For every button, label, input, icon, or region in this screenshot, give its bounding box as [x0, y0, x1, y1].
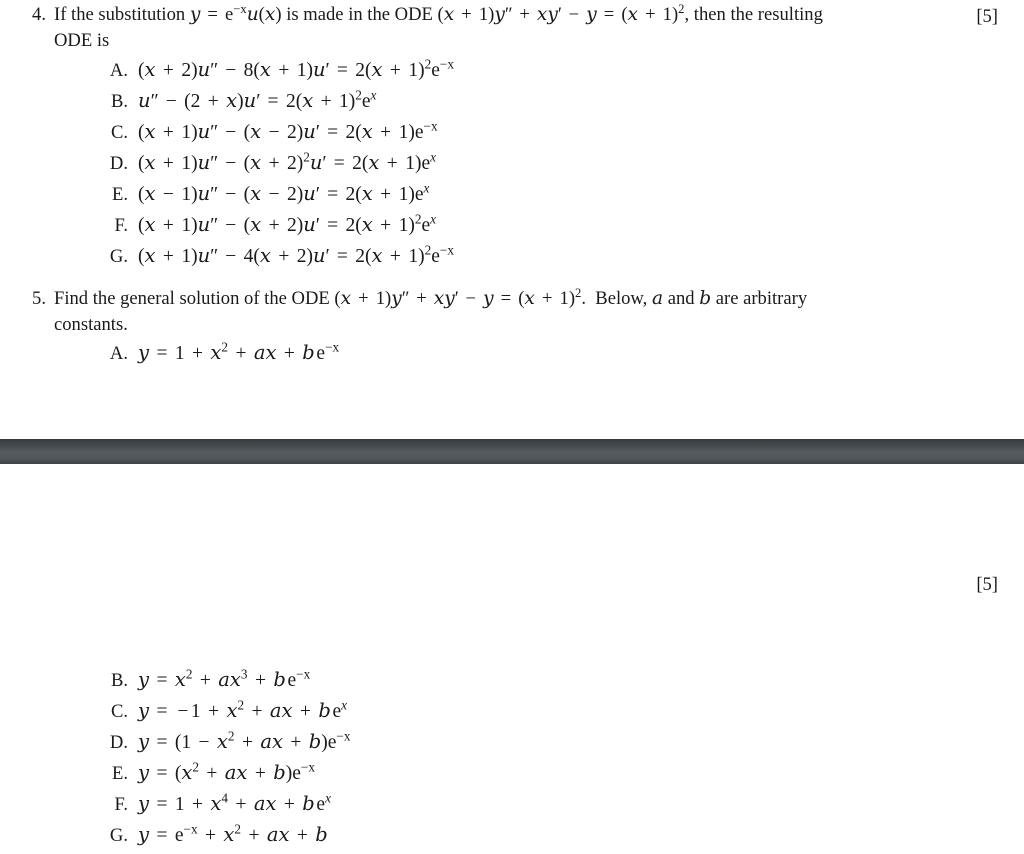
option-5-b-expression: y = x2 + ax3 + b e−x	[138, 666, 311, 691]
option-5-a-expression: y = 1 + x2 + ax + b e−x	[138, 339, 340, 364]
option-4-e[interactable]: E. (x − 1)u″ − (x − 2)u′ = 2(x + 1)ex	[98, 180, 454, 213]
option-4-g[interactable]: G. (x + 1)u″ − 4(x + 2)u′ = 2(x + 1)2e−x	[98, 242, 454, 275]
option-4-d-letter: D.	[109, 153, 128, 174]
question-4-options: A. (x + 2)u″ − 8(x + 1)u′ = 2(x + 1)2e−x…	[98, 56, 454, 275]
option-5-f-letter: F.	[114, 794, 129, 815]
question-4-number: 4.	[32, 4, 46, 25]
option-5-c-expression: y = −1 + x2 + ax + b ex	[138, 697, 348, 722]
option-4-a-expression: (x + 2)u″ − 8(x + 1)u′ = 2(x + 1)2e−x	[138, 56, 454, 81]
question-4: 4. If the substitution y = e−xu(x) is ma…	[0, 2, 1024, 54]
option-5-f-expression: y = 1 + x4 + ax + b ex	[138, 790, 331, 815]
question-4-first-line: 4. If the substitution y = e−xu(x) is ma…	[0, 2, 1024, 54]
option-5-c[interactable]: C. y = −1 + x2 + ax + b ex	[98, 697, 351, 730]
option-4-g-letter: G.	[109, 246, 128, 267]
option-5-e-expression: y = (x2 + ax + b)e−x	[138, 759, 315, 784]
question-5-options-top: A. y = 1 + x2 + ax + b e−x	[98, 339, 340, 372]
option-5-b[interactable]: B. y = x2 + ax3 + b e−x	[98, 666, 351, 699]
question-5-stem-line-2: constants.	[54, 314, 128, 335]
option-5-a-letter: A.	[109, 343, 128, 364]
question-5-stem-line-1: Find the general solution of the ODE (x …	[54, 285, 808, 309]
option-5-b-letter: B.	[110, 670, 128, 691]
question-5-stem: Find the general solution of the ODE (x …	[54, 286, 908, 338]
option-4-c-letter: C.	[110, 122, 128, 143]
option-5-g[interactable]: G. y = e−x + x2 + ax + b	[98, 821, 351, 854]
option-4-f-letter: F.	[114, 215, 129, 236]
option-4-b-expression: u″ − (2 + x)u′ = 2(x + 1)2ex	[138, 87, 377, 112]
question-4-stem-line-1: If the substitution y = e−xu(x) is made …	[54, 1, 823, 25]
option-4-a-letter: A.	[109, 60, 128, 81]
question-5: 5. Find the general solution of the ODE …	[0, 286, 1024, 595]
option-5-c-letter: C.	[110, 701, 128, 722]
option-5-a[interactable]: A. y = 1 + x2 + ax + b e−x	[98, 339, 340, 372]
option-5-d[interactable]: D. y = (1 − x2 + ax + b)e−x	[98, 728, 351, 761]
option-4-d-expression: (x + 1)u″ − (x + 2)2u′ = 2(x + 1)ex	[138, 149, 436, 174]
option-5-e[interactable]: E. y = (x2 + ax + b)e−x	[98, 759, 351, 792]
option-5-g-letter: G.	[109, 825, 128, 846]
option-4-e-expression: (x − 1)u″ − (x − 2)u′ = 2(x + 1)ex	[138, 180, 430, 205]
option-4-f-expression: (x + 1)u″ − (x + 2)u′ = 2(x + 1)2ex	[138, 211, 436, 236]
option-4-c[interactable]: C. (x + 1)u″ − (x − 2)u′ = 2(x + 1)e−x	[98, 118, 454, 151]
option-4-d[interactable]: D. (x + 1)u″ − (x + 2)2u′ = 2(x + 1)ex	[98, 149, 454, 182]
question-5-options-bottom: B. y = x2 + ax3 + b e−x C. y = −1 + x2 +…	[98, 666, 351, 854]
option-4-g-expression: (x + 1)u″ − 4(x + 2)u′ = 2(x + 1)2e−x	[138, 242, 454, 267]
question-4-marks: [5]	[976, 6, 998, 27]
option-5-e-letter: E.	[111, 763, 128, 784]
option-4-e-letter: E.	[111, 184, 128, 205]
option-5-g-expression: y = e−x + x2 + ax + b	[138, 821, 328, 846]
question-5-number: 5.	[32, 288, 46, 309]
question-5-marks: [5]	[976, 574, 998, 595]
option-4-c-expression: (x + 1)u″ − (x − 2)u′ = 2(x + 1)e−x	[138, 118, 438, 143]
option-5-f[interactable]: F. y = 1 + x4 + ax + b ex	[98, 790, 351, 823]
option-4-a[interactable]: A. (x + 2)u″ − 8(x + 1)u′ = 2(x + 1)2e−x	[98, 56, 454, 89]
option-4-b-letter: B.	[110, 91, 128, 112]
option-5-d-expression: y = (1 − x2 + ax + b)e−x	[138, 728, 351, 753]
dark-separator-bar	[0, 439, 1024, 464]
option-4-f[interactable]: F. (x + 1)u″ − (x + 2)u′ = 2(x + 1)2ex	[98, 211, 454, 244]
option-5-d-letter: D.	[109, 732, 128, 753]
question-4-stem: If the substitution y = e−xu(x) is made …	[54, 2, 908, 54]
question-5-first-line: 5. Find the general solution of the ODE …	[0, 286, 1024, 338]
option-4-b[interactable]: B. u″ − (2 + x)u′ = 2(x + 1)2ex	[98, 87, 454, 120]
question-4-stem-line-2: ODE is	[54, 30, 110, 51]
